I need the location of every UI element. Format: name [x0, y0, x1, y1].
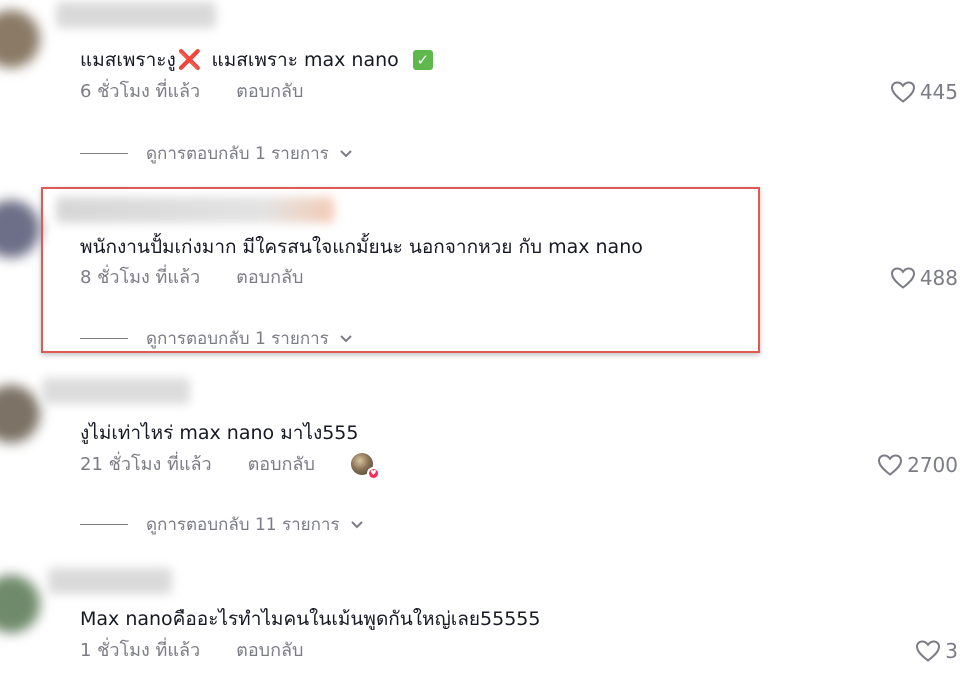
heart-outline-icon	[916, 640, 941, 662]
view-replies-button[interactable]: ดูการตอบกลับ 1 รายการ	[80, 325, 353, 352]
username-blurred	[56, 2, 216, 28]
comment-text: พนักงานปั้มเก่งมาก มีใครสนใจแกมั้ยนะ นอก…	[80, 236, 643, 258]
comment-meta: 6 ชั่วโมง ที่แล้ว ตอบกลับ	[80, 80, 303, 104]
comment-meta: 1 ชั่วโมง ที่แล้ว ตอบกลับ	[80, 639, 303, 663]
comment-text-part: แมสเพราะ max nano	[205, 49, 405, 71]
avatar[interactable]	[0, 200, 40, 258]
timestamp: 1 ชั่วโมง ที่แล้ว	[80, 640, 201, 661]
heart-outline-icon	[890, 267, 915, 289]
reply-button[interactable]: ตอบกลับ	[236, 80, 303, 104]
reply-button[interactable]: ตอบกลับ	[248, 453, 315, 477]
like-button[interactable]: 488	[890, 266, 958, 290]
chevron-down-icon	[350, 520, 363, 528]
view-replies-button[interactable]: ดูการตอบกลับ 11 รายการ	[80, 511, 364, 538]
comment-text: Max nanoคืออะไรทำไมคนในเม้นพูดกันใหญ่เลย…	[80, 608, 541, 630]
view-replies-button[interactable]: ดูการตอบกลับ 1 รายการ	[80, 140, 353, 167]
divider-line	[80, 153, 128, 154]
view-replies-label: ดูการตอบกลับ 1 รายการ	[146, 144, 329, 164]
comments-panel: แมสเพราะงู ❌ แมสเพราะ max nano ✓ 6 ชั่วโม…	[0, 0, 970, 689]
comment-meta: 21 ชั่วโมง ที่แล้ว ตอบกลับ ♥	[80, 453, 380, 480]
divider-line	[80, 338, 128, 339]
creator-liked-indicator: ♥	[350, 453, 380, 480]
like-count: 2700	[907, 453, 958, 477]
timestamp: 6 ชั่วโมง ที่แล้ว	[80, 81, 201, 102]
divider-line	[80, 524, 128, 525]
heart-outline-icon	[890, 81, 915, 103]
heart-badge-icon: ♥	[366, 467, 380, 480]
reply-button[interactable]: ตอบกลับ	[236, 266, 303, 290]
avatar[interactable]	[0, 385, 40, 443]
username-blurred	[48, 568, 172, 594]
comment-text: งูไม่เท่าไหร่ max nano มาไง555	[80, 422, 359, 444]
chevron-down-icon	[340, 334, 352, 342]
avatar[interactable]	[0, 575, 40, 633]
heart-outline-icon	[878, 454, 903, 476]
username-blurred	[42, 378, 190, 404]
comment-text: แมสเพราะงู ❌ แมสเพราะ max nano ✓	[80, 47, 433, 73]
view-replies-label: ดูการตอบกลับ 1 รายการ	[146, 329, 329, 349]
timestamp: 8 ชั่วโมง ที่แล้ว	[80, 267, 201, 288]
reply-button[interactable]: ตอบกลับ	[236, 639, 303, 663]
like-count: 488	[919, 266, 958, 290]
username-blurred	[56, 197, 334, 223]
view-replies-label: ดูการตอบกลับ 11 รายการ	[146, 515, 340, 535]
timestamp: 21 ชั่วโมง ที่แล้ว	[80, 454, 212, 475]
like-button[interactable]: 3	[915, 639, 958, 663]
comment-text-part: แมสเพราะงู	[80, 49, 176, 71]
like-button[interactable]: 445	[890, 80, 958, 104]
check-mark-emoji: ✓	[412, 50, 433, 70]
comment-meta: 8 ชั่วโมง ที่แล้ว ตอบกลับ	[80, 266, 303, 290]
avatar[interactable]	[0, 10, 40, 68]
cross-mark-emoji: ❌	[177, 49, 202, 71]
chevron-down-icon	[340, 149, 352, 157]
like-count: 445	[919, 80, 958, 104]
like-count: 3	[945, 639, 958, 663]
like-button[interactable]: 2700	[877, 453, 958, 477]
